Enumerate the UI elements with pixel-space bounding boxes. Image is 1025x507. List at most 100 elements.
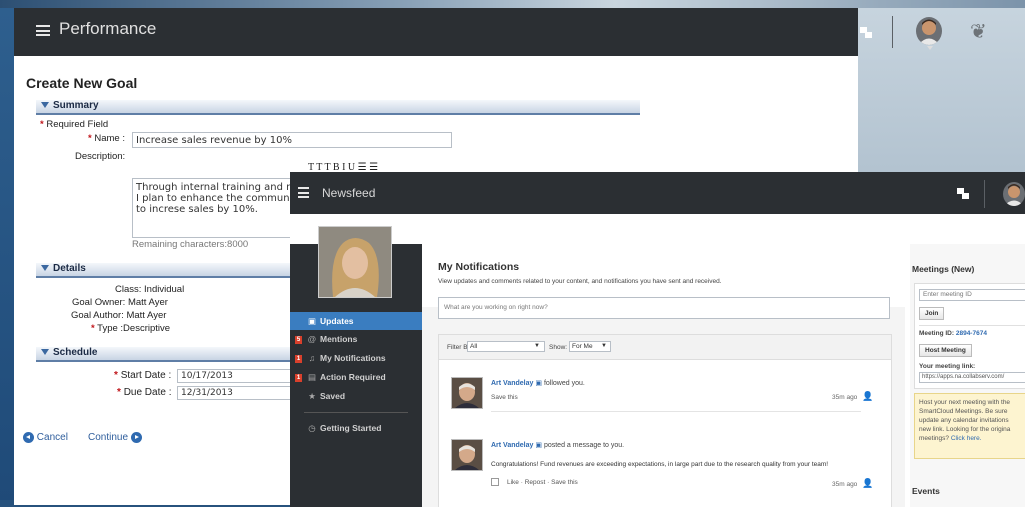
entry-time: 35m ago [832, 394, 858, 401]
summary-header-label: Summary [53, 100, 99, 111]
collapse-triangle-icon [41, 349, 49, 355]
notifications-badge: 1 [295, 354, 302, 363]
class-row: Class: Individual [115, 284, 185, 295]
sidebar-divider [304, 412, 408, 413]
meeting-link-label: Your meeting link: [919, 363, 976, 370]
app-switcher-icon[interactable] [957, 188, 971, 200]
avatar-dropdown-icon[interactable] [927, 46, 933, 50]
sidebar-item-updates[interactable]: ▣ Updates [290, 312, 422, 330]
description-line: Through internal training and m [136, 182, 296, 193]
chevron-down-icon: ▼ [601, 343, 607, 349]
status-placeholder: What are you working on right now? [444, 304, 548, 311]
goal-owner-row: Goal Owner: Matt Ayer [72, 297, 168, 308]
performance-header-bar: Performance ❦ [14, 8, 987, 56]
meetings-divider [919, 325, 1025, 326]
profile-photo[interactable] [318, 226, 392, 298]
start-date-input[interactable]: 10/17/2013 [177, 369, 291, 383]
header-divider [984, 180, 985, 208]
star-icon: ★ [308, 391, 316, 401]
description-line: to increse sales by 10%. [136, 204, 258, 215]
app-switcher-icon[interactable] [860, 27, 874, 39]
goal-author-row: Goal Author: Matt Ayer [71, 310, 167, 321]
entry-author-link[interactable]: Art Vandelay [491, 380, 533, 387]
user-avatar[interactable] [916, 17, 942, 45]
sidebar-item-getting-started[interactable]: ◷ Getting Started [290, 419, 422, 437]
entry-avatar[interactable] [451, 439, 483, 471]
meetings-title: Meetings (New) [912, 264, 975, 274]
cancel-link[interactable]: Cancel [23, 432, 68, 443]
back-arrow-icon [23, 432, 34, 443]
page-subheading: View updates and comments related to you… [438, 278, 722, 285]
meetings-notice: Host your next meeting with the SmartClo… [914, 393, 1025, 459]
collapse-triangle-icon [41, 265, 49, 271]
name-label: * Name : [88, 133, 125, 144]
updates-icon: ▣ [307, 316, 317, 326]
name-input[interactable]: Increase sales revenue by 10% [132, 132, 452, 148]
show-select[interactable]: For Me ▼ [569, 341, 611, 352]
description-line: I plan to enhance the communi [136, 193, 293, 204]
action-badge: 1 [295, 373, 302, 382]
profile-card-icon[interactable]: ▣ [535, 380, 542, 387]
entry-divider [491, 411, 861, 412]
sidebar-item-action-required[interactable]: 1 ▤ Action Required [290, 368, 422, 386]
start-date-label: * Start Date : [114, 370, 172, 381]
meeting-id-input[interactable]: Enter meeting ID [919, 289, 1025, 301]
activity-stream: Filter By: All ▼ Show: For Me ▼ Art Vandel… [438, 334, 892, 507]
meetings-card: Enter meeting ID Join Meeting ID: 2894-7… [914, 283, 1025, 389]
profile-card-icon[interactable]: ▣ [535, 442, 542, 449]
sidebar-item-label: Getting Started [320, 423, 382, 433]
app-title: Newsfeed [322, 186, 376, 200]
clipboard-icon: ▤ [307, 372, 317, 382]
sidebar-item-my-notifications[interactable]: 1 ♫ My Notifications [290, 349, 422, 367]
sidebar-item-mentions[interactable]: 5 @ Mentions [290, 330, 422, 348]
meeting-link-field[interactable]: https://apps.na.collabserv.com/ [919, 372, 1025, 383]
description-textarea[interactable]: Through internal training and m I plan t… [132, 178, 302, 238]
person-icon[interactable]: 👤 [862, 391, 873, 402]
entry-avatar[interactable] [451, 377, 483, 409]
host-meeting-button[interactable]: Host Meeting [919, 344, 972, 357]
app-title: Performance [59, 19, 157, 38]
details-header-label: Details [53, 263, 86, 274]
events-title: Events [912, 486, 940, 496]
details-section-header[interactable]: Details [36, 263, 290, 278]
tree-logo-icon: ❦ [970, 21, 987, 43]
comment-icon[interactable] [491, 478, 499, 486]
desktop-background-left [0, 8, 14, 507]
meetings-panel: Meetings (New) Enter meeting ID Join Mee… [910, 244, 1025, 507]
entry-actions[interactable]: Save this [491, 394, 518, 401]
due-date-label: * Due Date : [117, 387, 172, 398]
click-here-link[interactable]: Click here. [951, 435, 982, 442]
page-heading: My Notifications [438, 261, 520, 273]
schedule-section-header[interactable]: Schedule [36, 347, 290, 362]
page-title: Create New Goal [26, 75, 138, 91]
filter-by-select[interactable]: All ▼ [467, 341, 545, 352]
entry-time: 35m ago [832, 481, 858, 488]
sidebar-item-label: Action Required [320, 372, 386, 382]
status-update-input[interactable]: What are you working on right now? [438, 297, 890, 319]
sidebar-item-saved[interactable]: ★ Saved [290, 387, 422, 405]
remaining-characters: Remaining characters:8000 [132, 239, 249, 250]
summary-section-header[interactable]: Summary [36, 100, 640, 115]
join-button[interactable]: Join [919, 307, 945, 320]
at-icon: @ [307, 334, 317, 344]
user-avatar[interactable] [1003, 182, 1025, 206]
person-icon[interactable]: 👤 [862, 478, 873, 489]
entry-actions[interactable]: Like · Repost · Save this [507, 479, 578, 486]
sidebar-item-label: Updates [320, 316, 354, 326]
hamburger-menu-icon[interactable] [36, 25, 50, 36]
filter-bar: Filter By: All ▼ Show: For Me ▼ [439, 335, 891, 360]
hamburger-menu-icon[interactable] [298, 187, 309, 198]
entry-text: Art Vandelay ▣ posted a message to you. [491, 442, 625, 449]
due-date-input[interactable]: 12/31/2013 [177, 386, 291, 400]
show-label: Show: [549, 344, 568, 351]
bell-icon: ♫ [308, 353, 316, 363]
description-label: Description: [75, 151, 126, 162]
entry-author-link[interactable]: Art Vandelay [491, 442, 533, 449]
mentions-badge: 5 [295, 335, 302, 344]
forward-arrow-icon [130, 432, 142, 443]
desktop-background-top [0, 0, 1025, 8]
required-field-note: * Required Field [40, 119, 109, 130]
continue-link[interactable]: Continue [88, 432, 142, 443]
notice-text: Host your next meeting with the SmartClo… [919, 399, 1011, 442]
type-row: * Type :Descriptive [91, 323, 171, 334]
